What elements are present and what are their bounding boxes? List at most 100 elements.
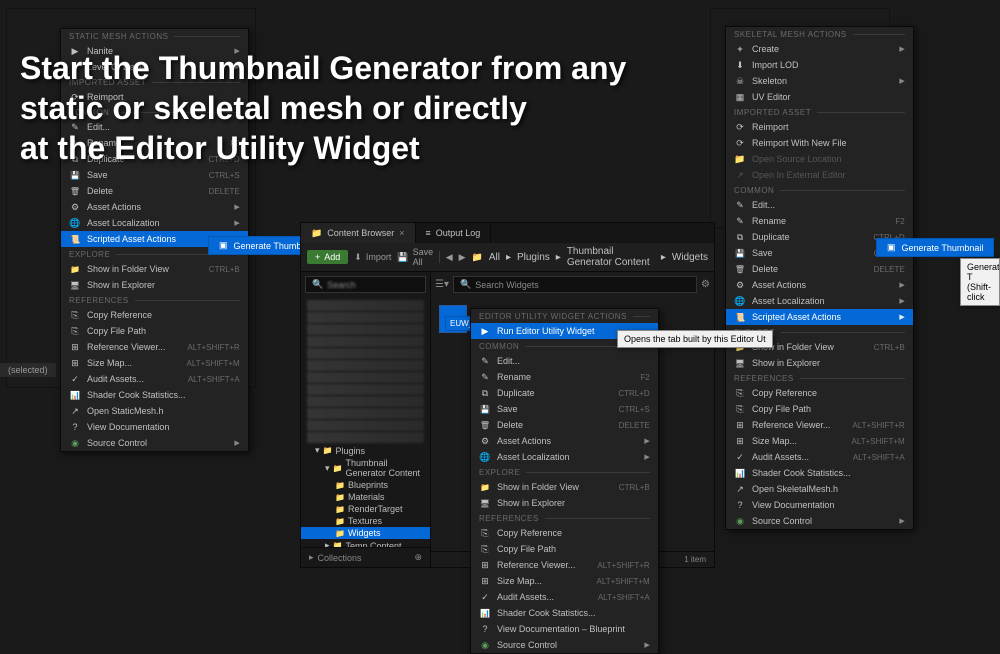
history-back[interactable]: ◀ [446, 252, 453, 263]
menu-scripted-asset-actions[interactable]: Scripted Asset Actions▶ [726, 309, 913, 325]
menu-show-explorer[interactable]: Show in Explorer [471, 495, 658, 511]
menu-header: STATIC MESH ACTIONS [61, 29, 248, 43]
menu-reimport-new[interactable]: Reimport With New File [726, 135, 913, 151]
menu-header: IMPORTED ASSET [61, 75, 248, 89]
menu-asset-actions[interactable]: ⚙Asset Actions▶ [726, 277, 913, 293]
menu-header: SKELETAL MESH ACTIONS [726, 27, 913, 41]
menu-rename[interactable]: ✎RenameF2 [726, 213, 913, 229]
menu-create[interactable]: Create▶ [726, 41, 913, 57]
menu-rename[interactable]: ✎RenameF2 [61, 135, 248, 151]
log-icon: ≡ [426, 228, 431, 238]
tree-materials[interactable]: 📁Materials [301, 491, 430, 503]
folder-tree[interactable]: ▾📁Plugins ▾📁Thumbnail Generator Content … [301, 297, 430, 547]
menu-size-map[interactable]: Size Map...ALT+SHIFT+M [726, 433, 913, 449]
menu-import-lod[interactable]: ⬇Import LOD [726, 57, 913, 73]
menu-view-documentation[interactable]: View Documentation [726, 497, 913, 513]
context-menu-euw[interactable]: EDITOR UTILITY WIDGET ACTIONS ▶Run Edito… [470, 308, 659, 654]
menu-show-explorer[interactable]: Show in Explorer [61, 277, 248, 293]
menu-reimport[interactable]: Reimport [61, 89, 248, 105]
menu-edit[interactable]: Edit... [61, 119, 248, 135]
cb-toolbar: +Add ⬇Import 💾Save All ◀ ▶ 📁 All▸ Plugin… [301, 243, 714, 272]
menu-duplicate[interactable]: DuplicateCTRL+D [61, 151, 248, 167]
menu-header: EXPLORE [471, 465, 658, 479]
menu-asset-localization[interactable]: 🌐Asset Localization▶ [61, 215, 248, 231]
breadcrumb[interactable]: Plugins [517, 252, 550, 263]
flyout-generate-thumbnail-right[interactable]: ▣Generate Thumbnail [876, 238, 994, 257]
menu-reference-viewer[interactable]: Reference Viewer...ALT+SHIFT+R [471, 557, 658, 573]
menu-view-documentation[interactable]: View Documentation [61, 419, 248, 435]
menu-show-folder[interactable]: Show in Folder ViewCTRL+B [471, 479, 658, 495]
menu-shader-cook[interactable]: Shader Cook Statistics... [726, 465, 913, 481]
menu-copy-file-path[interactable]: Copy File Path [61, 323, 248, 339]
tree-tgc[interactable]: ▾📁Thumbnail Generator Content [301, 457, 430, 479]
menu-copy-file-path[interactable]: Copy File Path [726, 401, 913, 417]
menu-edit[interactable]: Edit... [471, 353, 658, 369]
menu-reimport[interactable]: Reimport [726, 119, 913, 135]
collections-header[interactable]: ▸Collections⊕ [301, 547, 430, 567]
tab-content-browser[interactable]: 📁Content Browser× [301, 223, 416, 243]
menu-audit-assets[interactable]: Audit Assets...ALT+SHIFT+A [726, 449, 913, 465]
menu-asset-actions[interactable]: ⚙Asset Actions▶ [471, 433, 658, 449]
menu-size-map[interactable]: Size Map...ALT+SHIFT+M [61, 355, 248, 371]
menu-view-documentation[interactable]: View Documentation – Blueprint [471, 621, 658, 637]
tooltip-generate-thumbnail: Generate T(Shift-click [960, 258, 1000, 306]
breadcrumb[interactable]: All [489, 252, 500, 263]
save-icon: 💾 [397, 252, 408, 263]
menu-reference-viewer[interactable]: Reference Viewer...ALT+SHIFT+R [726, 417, 913, 433]
menu-source-control[interactable]: Source Control▶ [471, 637, 658, 653]
tree-rendertarget[interactable]: 📁RenderTarget [301, 503, 430, 515]
import-button[interactable]: ⬇Import [354, 252, 391, 263]
menu-edit[interactable]: Edit... [726, 197, 913, 213]
menu-size-map[interactable]: Size Map...ALT+SHIFT+M [471, 573, 658, 589]
close-icon[interactable]: × [399, 228, 404, 238]
menu-open-header[interactable]: Open SkeletalMesh.h [726, 481, 913, 497]
menu-delete[interactable]: DeleteDELETE [61, 183, 248, 199]
tab-output-log[interactable]: ≡Output Log [416, 223, 492, 243]
menu-uv-editor[interactable]: UV Editor [726, 89, 913, 105]
tree-blueprints[interactable]: 📁Blueprints [301, 479, 430, 491]
context-menu-skeletal-mesh[interactable]: SKELETAL MESH ACTIONS Create▶ ⬇Import LO… [725, 26, 914, 530]
menu-save[interactable]: SaveCTRL+S [61, 167, 248, 183]
folder-up-icon[interactable]: 📁 [472, 252, 483, 263]
menu-duplicate[interactable]: DuplicateCTRL+D [471, 385, 658, 401]
sources-search[interactable]: 🔍Search [305, 276, 426, 293]
menu-copy-reference[interactable]: Copy Reference [471, 525, 658, 541]
save-all-button[interactable]: 💾Save All [397, 247, 433, 267]
menu-audit-assets[interactable]: Audit Assets...ALT+SHIFT+A [471, 589, 658, 605]
menu-delete[interactable]: DeleteDELETE [471, 417, 658, 433]
menu-copy-file-path[interactable]: Copy File Path [471, 541, 658, 557]
menu-nanite[interactable]: ▶Nanite▶ [61, 43, 248, 59]
menu-reference-viewer[interactable]: Reference Viewer...ALT+SHIFT+R [61, 339, 248, 355]
menu-save[interactable]: SaveCTRL+S [471, 401, 658, 417]
history-fwd[interactable]: ▶ [459, 252, 466, 263]
breadcrumb[interactable]: Widgets [672, 252, 708, 263]
tree-temp[interactable]: ▸📁Temp Content [301, 539, 430, 547]
add-button[interactable]: +Add [307, 250, 348, 264]
menu-header: REFERENCES [471, 511, 658, 525]
asset-search[interactable]: 🔍Search Widgets [453, 276, 697, 293]
menu-audit-assets[interactable]: Audit Assets...ALT+SHIFT+A [61, 371, 248, 387]
menu-rename[interactable]: ✎RenameF2 [471, 369, 658, 385]
filter-button[interactable]: ☰▾ [435, 279, 449, 290]
menu-open-header[interactable]: Open StaticMesh.h [61, 403, 248, 419]
breadcrumb[interactable]: Thumbnail Generator Content [567, 246, 655, 268]
settings-icon[interactable]: ⚙ [701, 279, 710, 290]
menu-shader-cook[interactable]: Shader Cook Statistics... [61, 387, 248, 403]
menu-show-explorer[interactable]: Show in Explorer [726, 355, 913, 371]
menu-copy-reference[interactable]: Copy Reference [61, 307, 248, 323]
menu-header: REFERENCES [61, 293, 248, 307]
menu-source-control[interactable]: Source Control▶ [726, 513, 913, 529]
menu-copy-reference[interactable]: Copy Reference [726, 385, 913, 401]
menu-asset-localization[interactable]: 🌐Asset Localization▶ [726, 293, 913, 309]
menu-asset-actions[interactable]: ⚙Asset Actions▶ [61, 199, 248, 215]
menu-source-control[interactable]: Source Control▶ [61, 435, 248, 451]
menu-skeleton[interactable]: ☠Skeleton▶ [726, 73, 913, 89]
tree-widgets[interactable]: 📁Widgets [301, 527, 430, 539]
menu-shader-cook[interactable]: Shader Cook Statistics... [471, 605, 658, 621]
menu-delete[interactable]: DeleteDELETE [726, 261, 913, 277]
menu-show-folder[interactable]: Show in Folder ViewCTRL+B [61, 261, 248, 277]
tree-textures[interactable]: 📁Textures [301, 515, 430, 527]
tree-plugins[interactable]: ▾📁Plugins [301, 444, 430, 457]
menu-lod[interactable]: ≡Level Of Detail▶ [61, 59, 248, 75]
menu-asset-localization[interactable]: 🌐Asset Localization▶ [471, 449, 658, 465]
